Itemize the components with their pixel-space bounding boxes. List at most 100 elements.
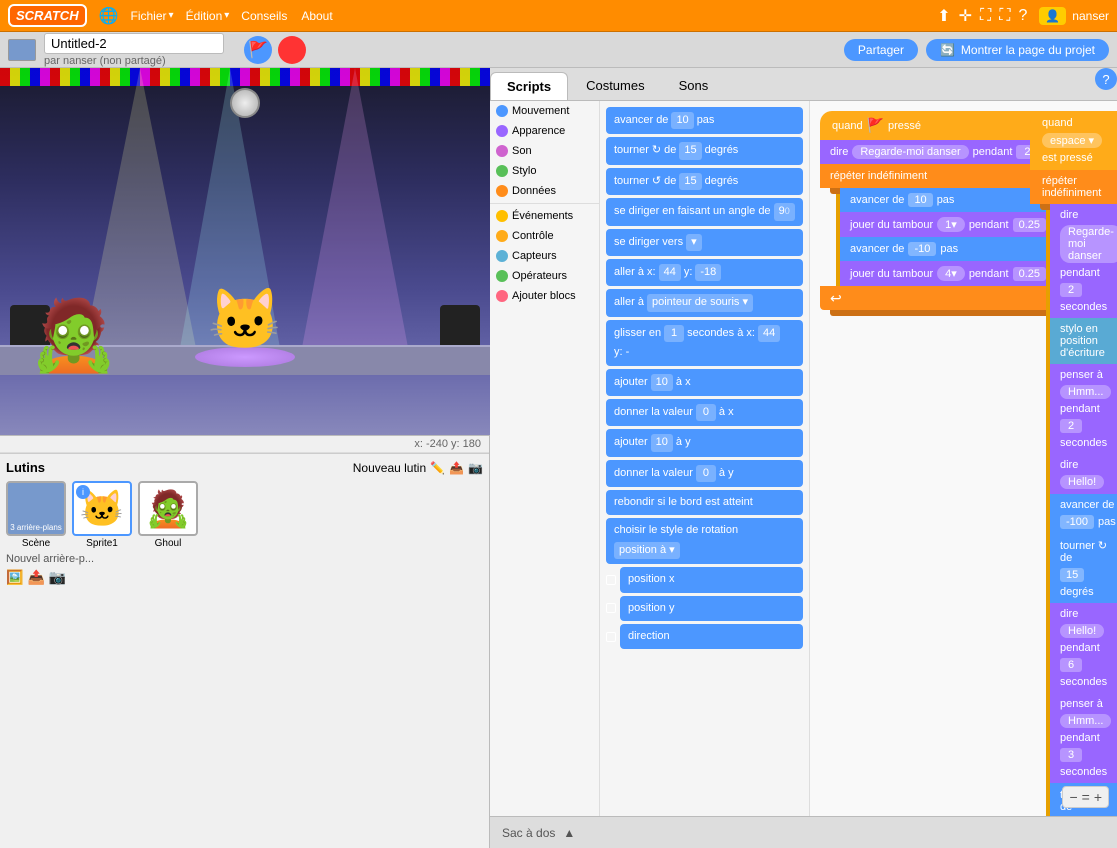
camera-icon[interactable]: 📷	[468, 461, 483, 475]
cat-sprite[interactable]: 🐱	[208, 284, 283, 355]
backdrop-tools: 🖼️ 📤 📷	[6, 569, 483, 586]
repeat-block-2[interactable]: répéter indéfiniment direRegarde-moi dan…	[1030, 170, 1117, 816]
menu-about[interactable]: About	[301, 9, 334, 23]
sprite1-thumb[interactable]: i 🐱 Sprite1	[72, 481, 132, 549]
block-direction-checkbox-row: direction	[606, 624, 803, 649]
block-avancer[interactable]: avancer de10pas	[606, 107, 803, 134]
block-dire-3[interactable]: direHello!	[1050, 454, 1117, 494]
block-direction[interactable]: direction	[620, 624, 803, 649]
green-flag-button[interactable]: 🚩	[244, 36, 272, 64]
scene-label: Scène	[22, 538, 50, 549]
zoom-out-button[interactable]: −	[1069, 789, 1077, 805]
help-button[interactable]: ?	[1095, 68, 1117, 90]
upload-icon[interactable]: ⬆	[937, 6, 950, 26]
ghoul-thumb[interactable]: 🧟 Ghoul	[138, 481, 198, 549]
upload-sprite-icon[interactable]: 📤	[449, 461, 464, 475]
shrink-icon[interactable]: ⛶	[999, 7, 1010, 25]
scene-preview: 3 arrière-plans	[6, 481, 66, 536]
tab-sons[interactable]: Sons	[663, 72, 725, 100]
show-page-button[interactable]: 🔄 Montrer la page du projet	[926, 39, 1109, 61]
checkbox-position-x[interactable]	[606, 575, 616, 585]
titlebar: par nanser (non partagé) 🚩 Partager 🔄 Mo…	[0, 32, 1117, 68]
block-tourner-cw[interactable]: tourner ↻ de15degrés	[606, 137, 803, 164]
user-icon: 👤	[1039, 7, 1066, 25]
block-penser-1[interactable]: penser àHmm...pendant2secondes	[1050, 364, 1117, 454]
block-tourner-cw2[interactable]: tourner ↻ de15degrés	[1050, 534, 1117, 603]
block-ajouter-x[interactable]: ajouter10à x	[606, 369, 803, 396]
tab-costumes[interactable]: Costumes	[570, 72, 661, 100]
checkbox-position-y[interactable]	[606, 603, 616, 613]
block-stylo[interactable]: stylo en position d'écriture	[1050, 318, 1117, 364]
menu-fichier[interactable]: Fichier	[131, 9, 174, 23]
scene-count: 3 arrière-plans	[8, 523, 64, 532]
zoom-in-button[interactable]: +	[1094, 789, 1102, 805]
share-button[interactable]: Partager	[844, 39, 918, 61]
block-se-diriger-angle[interactable]: se diriger en faisant un angle de90	[606, 198, 803, 225]
block-avancer-neg2[interactable]: avancer de-100pas	[1050, 494, 1117, 534]
block-donner-y[interactable]: donner la valeur0à y	[606, 460, 803, 487]
block-rotation-style[interactable]: choisir le style de rotationposition à ▾	[606, 518, 803, 564]
block-aller-a[interactable]: aller àpointeur de souris ▾	[606, 289, 803, 316]
block-ajouter-y[interactable]: ajouter10à y	[606, 429, 803, 456]
scene-thumb[interactable]: 3 arrière-plans Scène	[6, 481, 66, 549]
cat-operateurs[interactable]: Opérateurs	[490, 266, 599, 286]
globe-icon[interactable]: 🌐	[99, 6, 119, 26]
scratch-logo[interactable]: SCRATCH	[8, 4, 87, 27]
project-title-input[interactable]	[44, 33, 224, 54]
block-dire-4[interactable]: direHello!pendant6secondes	[1050, 603, 1117, 693]
block-se-diriger-vers[interactable]: se diriger vers▾	[606, 229, 803, 256]
help-icon[interactable]: ?	[1018, 7, 1027, 25]
scripts-panel: Scripts Costumes Sons Mouvement Apparenc…	[490, 68, 1117, 848]
zoom-reset-button[interactable]: =	[1082, 789, 1090, 805]
cursor-icon[interactable]: ✛	[959, 6, 972, 26]
repeat-body-2: direRegarde-moi danserpendant2secondes s…	[1046, 204, 1117, 816]
block-position-y[interactable]: position y	[620, 596, 803, 621]
cat-capteurs[interactable]: Capteurs	[490, 246, 599, 266]
sac-a-dos[interactable]: Sac à dos ▲	[490, 816, 1117, 848]
block-tourner-ccw[interactable]: tourner ↺ de15degrés	[606, 168, 803, 195]
block-donner-x[interactable]: donner la valeur0à x	[606, 399, 803, 426]
menu-edition[interactable]: Édition	[186, 9, 230, 23]
block-dire-2[interactable]: direRegarde-moi danserpendant2secondes	[1050, 204, 1117, 318]
show-page-icon: 🔄	[940, 43, 955, 57]
ghoul-label: Ghoul	[155, 538, 182, 549]
workspace[interactable]: x: 44 y: -17 quand 🚩 pressé dire Regarde…	[810, 101, 1117, 816]
fullscreen-icon[interactable]: ⛶	[980, 7, 991, 25]
backdrop-paint-icon[interactable]: 🖼️	[6, 569, 23, 586]
stage-coords: x: -240 y: 180	[0, 436, 489, 453]
block-position-x-checkbox-row: position x	[606, 567, 803, 592]
cat-donnees[interactable]: Données	[490, 181, 599, 201]
cat-apparence[interactable]: Apparence	[490, 121, 599, 141]
cat-evenements[interactable]: Événements	[490, 206, 599, 226]
stop-button[interactable]	[278, 36, 306, 64]
block-glisser[interactable]: glisser en1secondes à x:44y: -	[606, 320, 803, 366]
sprite1-preview: i 🐱	[72, 481, 132, 536]
backdrop-upload-icon[interactable]: 📤	[27, 569, 44, 586]
zoom-controls: − = +	[1062, 786, 1109, 808]
stage[interactable]: 🧟 🐱	[0, 68, 490, 436]
block-aller-xy[interactable]: aller à x:44y:-18	[606, 259, 803, 286]
cat-ajouter-blocs[interactable]: Ajouter blocs	[490, 286, 599, 306]
checkbox-direction[interactable]	[606, 632, 616, 642]
paint-icon[interactable]: ✏️	[430, 461, 445, 475]
project-thumbnail	[8, 39, 36, 61]
main-content: 🧟 🐱 x: -240 y: 180 Lutins Nouveau lutin …	[0, 68, 1117, 848]
new-sprite-area: Nouveau lutin ✏️ 📤 📷	[353, 461, 483, 475]
cat-son[interactable]: Son	[490, 141, 599, 161]
backdrop-camera-icon[interactable]: 📷	[49, 569, 66, 586]
block-position-x[interactable]: position x	[620, 567, 803, 592]
tabs: Scripts Costumes Sons	[490, 68, 1117, 101]
hat-block-space[interactable]: quand espace ▾ est pressé	[1030, 111, 1117, 170]
block-penser-2[interactable]: penser àHmm...pendant3secondes	[1050, 693, 1117, 783]
cat-controle[interactable]: Contrôle	[490, 226, 599, 246]
block-rebondir[interactable]: rebondir si le bord est atteint	[606, 490, 803, 515]
project-subtitle: par nanser (non partagé)	[44, 55, 224, 67]
username[interactable]: nanser	[1072, 9, 1109, 23]
cat-stylo[interactable]: Stylo	[490, 161, 599, 181]
menu-conseils[interactable]: Conseils	[241, 9, 289, 23]
ghoul-sprite[interactable]: 🧟	[30, 295, 117, 377]
categories-panel: Mouvement Apparence Son Stylo Données	[490, 101, 600, 816]
sac-arrow-icon: ▲	[563, 826, 575, 840]
tab-scripts[interactable]: Scripts	[490, 72, 568, 100]
cat-mouvement[interactable]: Mouvement	[490, 101, 599, 121]
